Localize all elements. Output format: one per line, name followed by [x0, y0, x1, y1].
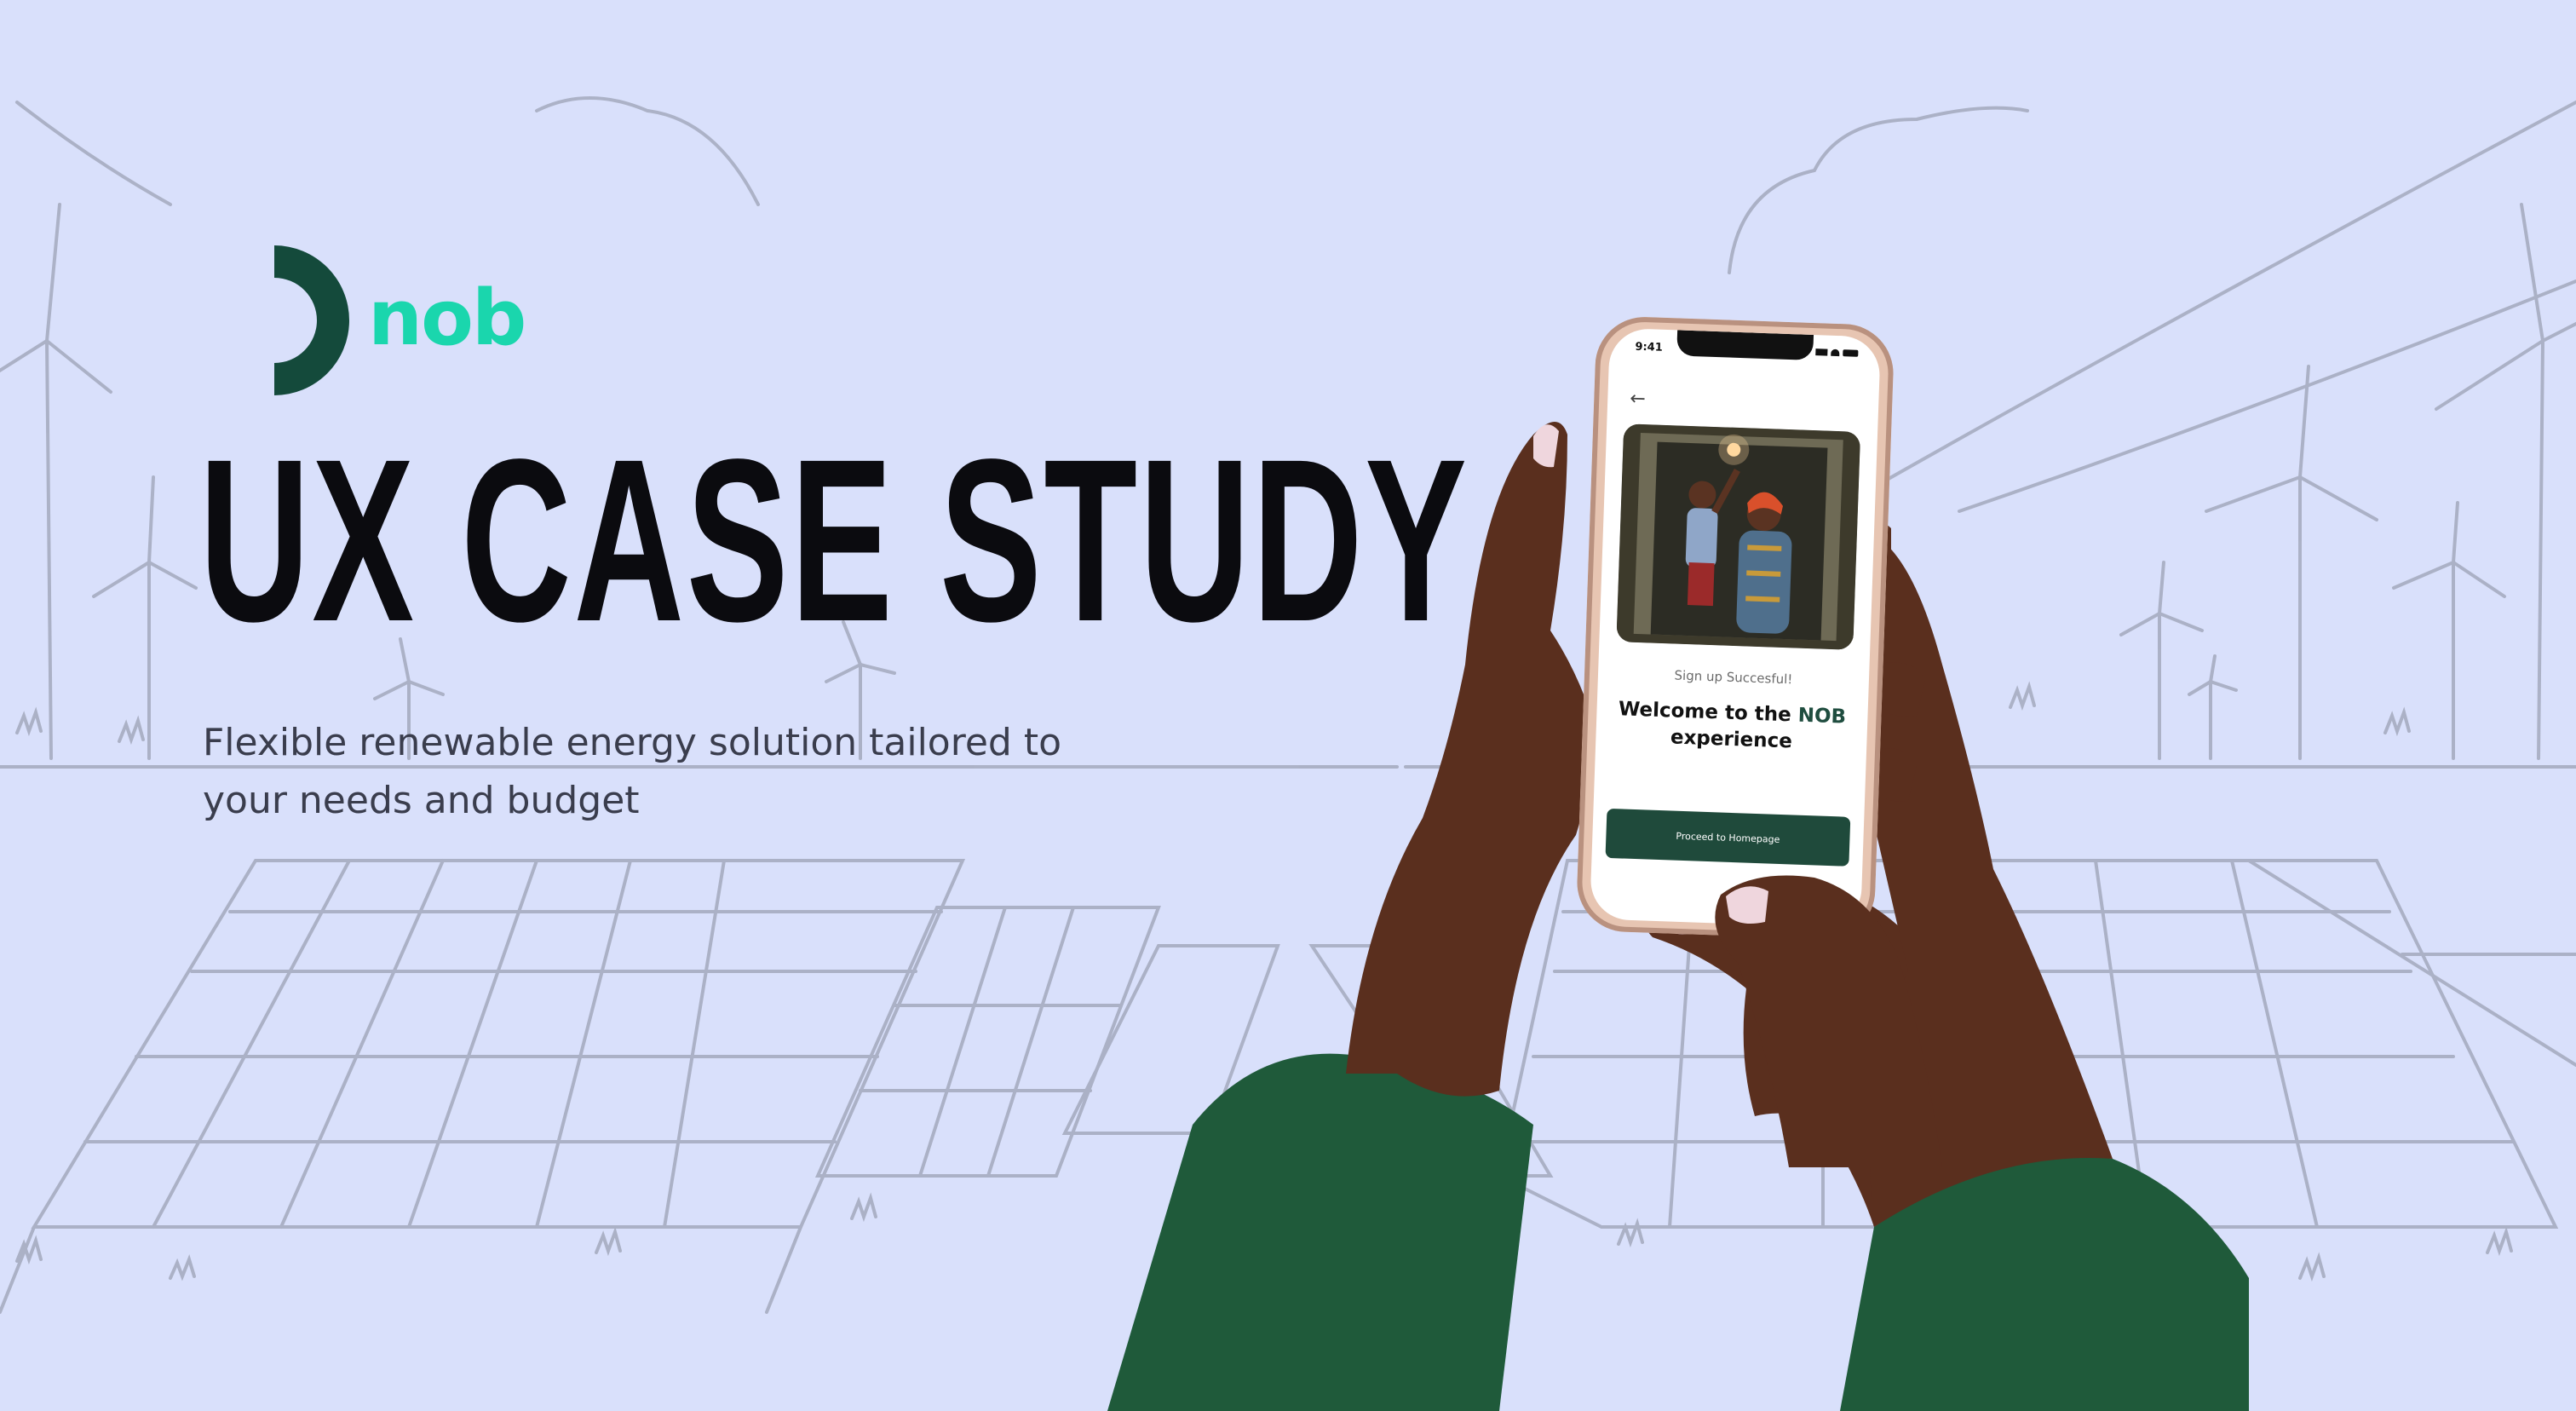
welcome-heading: Welcome to the NOB experience: [1613, 696, 1851, 757]
left-sleeve: [1107, 1053, 1533, 1411]
battery-icon: [1843, 349, 1859, 357]
status-time: 9:41: [1635, 340, 1664, 354]
welcome-prefix: Welcome to the: [1618, 698, 1799, 727]
phone-screen: 9:41 ← Sign up Succesful! Welcome to the…: [1589, 327, 1882, 929]
logo-wordmark: nob: [368, 273, 526, 363]
status-icons: [1815, 348, 1859, 357]
signup-status-text: Sign up Succesful!: [1674, 667, 1793, 688]
hero-photo: [1616, 423, 1861, 650]
welcome-suffix: experience: [1670, 726, 1793, 753]
phone-notch: [1676, 330, 1814, 360]
page-subtitle: Flexible renewable energy solution tailo…: [203, 721, 1062, 822]
photo-illustration: [1616, 423, 1861, 650]
back-arrow-icon[interactable]: ←: [1630, 389, 1646, 411]
logo-mark-icon: [274, 245, 349, 395]
wifi-icon: [1831, 348, 1840, 357]
nob-logo: nob: [274, 245, 526, 395]
signal-icon: [1815, 348, 1828, 356]
right-thumb: [1715, 875, 1942, 1167]
welcome-brand: NOB: [1797, 704, 1847, 729]
